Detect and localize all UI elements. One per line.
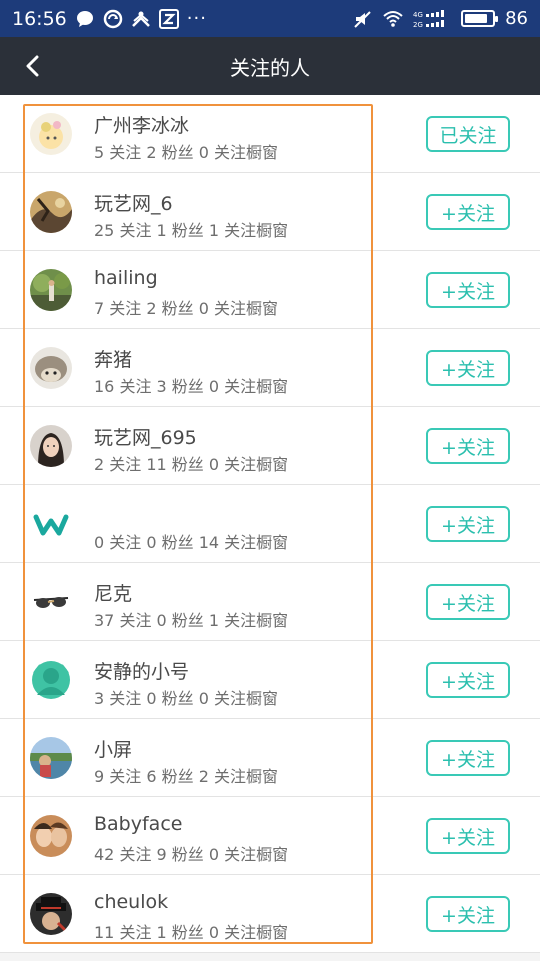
avatar[interactable] bbox=[30, 503, 72, 545]
follow-button[interactable]: +关注 bbox=[426, 896, 510, 932]
status-time: 16:56 bbox=[12, 7, 67, 30]
avatar[interactable] bbox=[30, 893, 72, 935]
user-row[interactable]: 玩艺网_6 25 关注 1 粉丝 1 关注橱窗 +关注 bbox=[0, 173, 540, 251]
following-list: 广州李冰冰 5 关注 2 粉丝 0 关注橱窗 已关注玩艺网_6 25 关注 1 粉丝 … bbox=[0, 95, 540, 953]
user-name: 小屏 bbox=[94, 739, 133, 761]
sync-icon bbox=[103, 9, 123, 29]
user-row[interactable]: hailing 7 关注 2 粉丝 0 关注橱窗 +关注 bbox=[0, 251, 540, 329]
back-button[interactable] bbox=[16, 49, 50, 83]
chat-bubble-icon bbox=[75, 9, 95, 29]
user-row[interactable]: 广州李冰冰 5 关注 2 粉丝 0 关注橱窗 已关注 bbox=[0, 95, 540, 173]
avatar[interactable] bbox=[30, 659, 72, 701]
user-name: 广州李冰冰 bbox=[94, 115, 190, 137]
follow-button[interactable]: +关注 bbox=[426, 584, 510, 620]
avatar[interactable] bbox=[30, 191, 72, 233]
user-name: hailing bbox=[94, 267, 158, 289]
user-row[interactable]: 奔猪 16 关注 3 粉丝 0 关注橱窗 +关注 bbox=[0, 329, 540, 407]
avatar[interactable] bbox=[30, 737, 72, 779]
user-row[interactable]: Babyface 42 关注 9 粉丝 0 关注橱窗 +关注 bbox=[0, 797, 540, 875]
follow-button[interactable]: +关注 bbox=[426, 506, 510, 542]
user-stats: 11 关注 1 粉丝 0 关注橱窗 bbox=[94, 923, 289, 942]
chevron-left-icon bbox=[26, 55, 39, 77]
user-name: 尼克 bbox=[94, 583, 133, 605]
user-row[interactable]: 安静的小号 3 关注 0 粉丝 0 关注橱窗 +关注 bbox=[0, 641, 540, 719]
bottom-strip bbox=[0, 953, 540, 961]
user-stats: 16 关注 3 粉丝 0 关注橱窗 bbox=[94, 377, 289, 396]
follow-button[interactable]: +关注 bbox=[426, 740, 510, 776]
signal-label-4g: 4G bbox=[413, 11, 423, 19]
user-name: 玩艺网_695 bbox=[94, 427, 197, 449]
z-app-icon bbox=[158, 8, 179, 29]
user-row[interactable]: 0 关注 0 粉丝 14 关注橱窗 +关注 bbox=[0, 485, 540, 563]
follow-button[interactable]: +关注 bbox=[426, 350, 510, 386]
follow-button[interactable]: +关注 bbox=[426, 272, 510, 308]
avatar[interactable] bbox=[30, 347, 72, 389]
avatar[interactable] bbox=[30, 269, 72, 311]
user-row[interactable]: 玩艺网_695 2 关注 11 粉丝 0 关注橱窗 +关注 bbox=[0, 407, 540, 485]
signal-label-2g: 2G bbox=[413, 21, 423, 29]
user-stats: 0 关注 0 粉丝 14 关注橱窗 bbox=[94, 533, 289, 552]
user-row[interactable]: 小屏 9 关注 6 粉丝 2 关注橱窗 +关注 bbox=[0, 719, 540, 797]
avatar[interactable] bbox=[30, 815, 72, 857]
battery-icon bbox=[461, 10, 499, 27]
follow-button[interactable]: +关注 bbox=[426, 194, 510, 230]
avatar[interactable] bbox=[30, 581, 72, 623]
page-title: 关注的人 bbox=[230, 55, 310, 80]
status-bar: 16:56 ··· 4G 2G 86 bbox=[0, 0, 540, 37]
user-name: 奔猪 bbox=[94, 349, 133, 371]
follow-button[interactable]: +关注 bbox=[426, 818, 510, 854]
following-button[interactable]: 已关注 bbox=[426, 116, 510, 152]
signal-icon: 4G 2G bbox=[413, 9, 451, 29]
user-row[interactable]: cheulok 11 关注 1 粉丝 0 关注橱窗 +关注 bbox=[0, 875, 540, 953]
user-name: 玩艺网_6 bbox=[94, 193, 173, 215]
user-stats: 3 关注 0 粉丝 0 关注橱窗 bbox=[94, 689, 278, 708]
more-dots-icon: ··· bbox=[186, 8, 207, 29]
network-share-icon bbox=[131, 9, 151, 29]
follow-button[interactable]: +关注 bbox=[426, 662, 510, 698]
user-name: Babyface bbox=[94, 813, 183, 835]
user-stats: 25 关注 1 粉丝 1 关注橱窗 bbox=[94, 221, 289, 240]
wifi-icon bbox=[383, 9, 403, 29]
user-stats: 37 关注 0 粉丝 1 关注橱窗 bbox=[94, 611, 289, 630]
user-stats: 9 关注 6 粉丝 2 关注橱窗 bbox=[94, 767, 278, 786]
user-stats: 5 关注 2 粉丝 0 关注橱窗 bbox=[94, 143, 278, 162]
battery-level: 86 bbox=[505, 8, 528, 29]
user-name: 安静的小号 bbox=[94, 661, 190, 683]
user-stats: 7 关注 2 粉丝 0 关注橱窗 bbox=[94, 299, 278, 318]
user-stats: 42 关注 9 粉丝 0 关注橱窗 bbox=[94, 845, 289, 864]
avatar[interactable] bbox=[30, 113, 72, 155]
user-name: cheulok bbox=[94, 891, 169, 913]
app-bar: 关注的人 bbox=[0, 37, 540, 95]
user-row[interactable]: 尼克 37 关注 0 粉丝 1 关注橱窗 +关注 bbox=[0, 563, 540, 641]
user-stats: 2 关注 11 粉丝 0 关注橱窗 bbox=[94, 455, 289, 474]
avatar[interactable] bbox=[30, 425, 72, 467]
mute-icon bbox=[353, 9, 373, 29]
follow-button[interactable]: +关注 bbox=[426, 428, 510, 464]
battery-fill bbox=[465, 14, 488, 23]
